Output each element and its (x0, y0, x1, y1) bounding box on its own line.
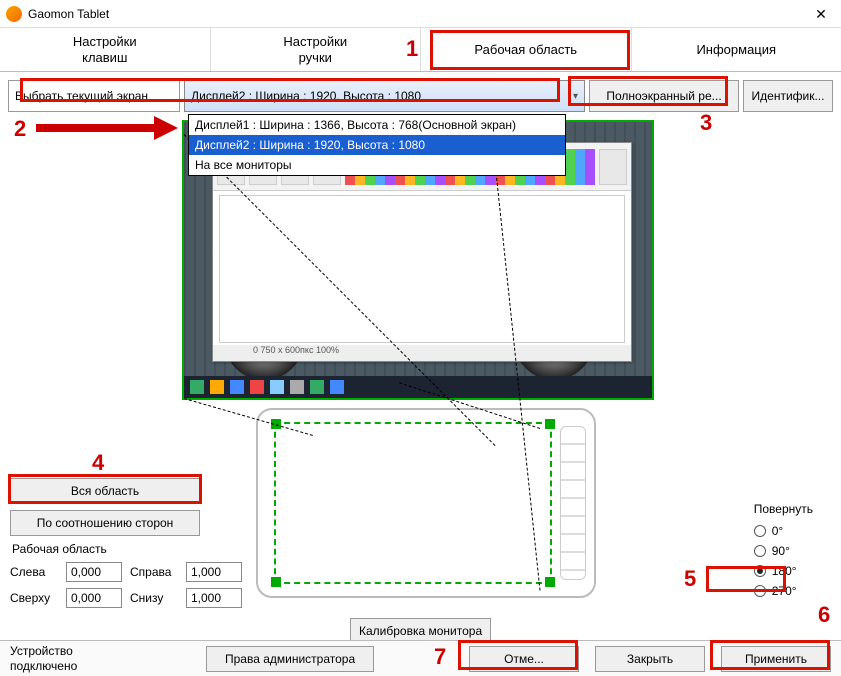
bottom-bar: Устройство подключено Права администрато… (0, 640, 841, 676)
rotate-0[interactable]: 0° (754, 524, 813, 538)
app-icon (6, 6, 22, 22)
work-area-title: Рабочая область (12, 542, 224, 556)
taskbar-icon (230, 380, 244, 394)
apply-button[interactable]: Применить (721, 646, 831, 672)
radio-icon (754, 565, 766, 577)
window-title: Gaomon Tablet (28, 7, 801, 21)
taskbar (184, 376, 652, 398)
aspect-ratio-button[interactable]: По соотношению сторон (10, 510, 200, 536)
ribbon-group (599, 149, 627, 185)
label-right: Справа (130, 565, 180, 579)
label-bottom: Снизу (130, 591, 180, 605)
taskbar-icon (270, 380, 284, 394)
rotate-title: Повернуть (754, 502, 813, 516)
annotation-label-5: 5 (684, 566, 696, 592)
rotate-270[interactable]: 270° (754, 584, 813, 598)
input-bottom[interactable] (186, 588, 242, 608)
annotation-label-2: 2 (14, 116, 26, 142)
rotate-panel: Повернуть 0° 90° 180° 270° (754, 502, 813, 604)
taskbar-icon (190, 380, 204, 394)
titlebar: Gaomon Tablet ✕ (0, 0, 841, 28)
identify-button[interactable]: Идентифик... (743, 80, 833, 112)
display-selector-row: Выбрать текущий экран Дисплей2 : Ширина … (8, 80, 833, 112)
input-top[interactable] (66, 588, 122, 608)
fullscreen-button[interactable]: Полноэкранный ре... (589, 80, 739, 112)
dropdown-option-display2[interactable]: Дисплей2 : Ширина : 1920, Высота : 1080 (189, 135, 565, 155)
rotate-180-label: 180° (772, 564, 797, 578)
input-right[interactable] (186, 562, 242, 582)
radio-icon (754, 585, 766, 597)
rotate-270-label: 270° (772, 584, 797, 598)
select-screen-label: Выбрать текущий экран (8, 80, 180, 112)
left-panel: Вся область По соотношению сторон Рабоча… (10, 478, 224, 608)
tab-pen[interactable]: Настройки ручки (211, 28, 422, 71)
tab-work-area[interactable]: Рабочая область (421, 28, 632, 71)
rotate-90-label: 90° (772, 544, 790, 558)
chevron-down-icon: ▾ (573, 91, 578, 102)
taskbar-icon (330, 380, 344, 394)
display-combobox[interactable]: Дисплей2 : Ширина : 1920, Высота : 1080 … (184, 80, 585, 112)
tab-bar: Настройки клавиш Настройки ручки Рабочая… (0, 28, 841, 72)
paint-statusbar: 0 750 x 600пкс 100% (213, 345, 631, 361)
handle-br[interactable] (545, 577, 555, 587)
taskbar-icon (310, 380, 324, 394)
rotate-0-label: 0° (772, 524, 783, 538)
display-dropdown[interactable]: Дисплей1 : Ширина : 1366, Высота : 768(О… (188, 114, 566, 176)
tablet-side-buttons (560, 426, 586, 580)
rotate-90[interactable]: 90° (754, 544, 813, 558)
dropdown-option-display1[interactable]: Дисплей1 : Ширина : 1366, Высота : 768(О… (189, 115, 565, 135)
close-button[interactable]: Закрыть (595, 646, 705, 672)
paint-canvas (219, 195, 625, 343)
admin-rights-button[interactable]: Права администратора (206, 646, 374, 672)
device-status: Устройство подключено (10, 644, 190, 673)
full-area-button[interactable]: Вся область (10, 478, 200, 504)
close-icon[interactable]: ✕ (801, 0, 841, 28)
taskbar-icon (290, 380, 304, 394)
rotate-180[interactable]: 180° (754, 564, 813, 578)
label-left: Слева (10, 565, 60, 579)
radio-icon (754, 525, 766, 537)
input-left[interactable] (66, 562, 122, 582)
annotation-label-6: 6 (818, 602, 830, 628)
tab-info[interactable]: Информация (632, 28, 841, 71)
work-area-inputs: Слева Справа Сверху Снизу (10, 562, 224, 608)
label-top: Сверху (10, 591, 60, 605)
handle-bl[interactable] (271, 577, 281, 587)
radio-icon (754, 545, 766, 557)
annotation-label-3: 3 (700, 110, 712, 136)
cancel-button[interactable]: Отме... (469, 646, 579, 672)
dropdown-option-all-monitors[interactable]: На все мониторы (189, 155, 565, 175)
tab-keys[interactable]: Настройки клавиш (0, 28, 211, 71)
taskbar-icon (210, 380, 224, 394)
handle-tr[interactable] (545, 419, 555, 429)
annotation-label-4: 4 (92, 450, 104, 476)
tablet-preview (256, 408, 596, 598)
taskbar-icon (250, 380, 264, 394)
display-selected: Дисплей2 : Ширина : 1920, Высота : 1080 (191, 89, 421, 103)
tablet-active-area[interactable] (274, 422, 552, 584)
